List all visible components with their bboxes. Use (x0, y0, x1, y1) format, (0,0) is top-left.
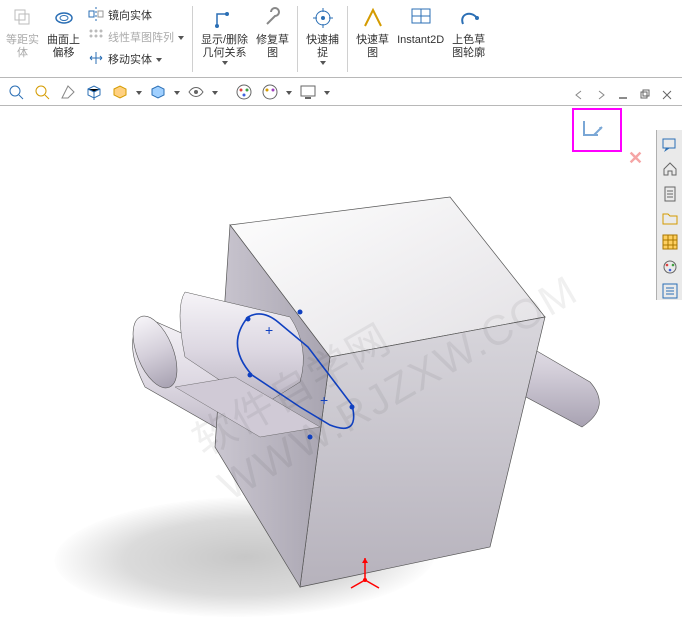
list-icon[interactable] (660, 282, 680, 300)
chevron-down-icon (320, 61, 326, 65)
show-hide-relations-button[interactable]: 显示/删除几何关系 (197, 2, 252, 76)
display-style-button[interactable] (108, 81, 132, 103)
mirror-entity-label: 镜向实体 (108, 7, 152, 23)
svg-text:+: + (320, 392, 328, 408)
feedback-icon[interactable] (660, 136, 680, 154)
surface-offset-button[interactable]: 曲面上偏移 (43, 2, 84, 76)
separator (192, 6, 193, 72)
appearance-icon[interactable] (660, 257, 680, 275)
chevron-down-icon[interactable] (286, 91, 292, 95)
edit-appearance-button[interactable] (258, 81, 282, 103)
repair-sketch-button[interactable]: 修复草图 (252, 2, 293, 76)
scene-button[interactable] (184, 81, 208, 103)
chevron-down-icon[interactable] (212, 91, 218, 95)
render-button[interactable] (296, 81, 320, 103)
ribbon-toolbar: 等距实体 曲面上偏移 镜向实体 线性草图阵列 移动实体 显示/删除几何关系 (0, 0, 682, 78)
section-view-button[interactable] (56, 81, 80, 103)
close-button[interactable] (660, 88, 674, 102)
instant2d-icon (407, 4, 435, 32)
chevron-down-icon[interactable] (324, 91, 330, 95)
move-entity-icon (88, 50, 104, 69)
appearance-button[interactable] (232, 81, 256, 103)
quick-snap-icon (309, 4, 337, 32)
chevron-down-icon[interactable] (174, 91, 180, 95)
move-entity-label: 移动实体 (108, 51, 152, 67)
entity-tools-group: 镜向实体 线性草图阵列 移动实体 (84, 2, 188, 76)
offset-entity-button[interactable]: 等距实体 (2, 2, 43, 76)
offset-entity-label: 等距实体 (6, 34, 39, 59)
sketch-contour-label: 上色草图轮廓 (452, 34, 485, 59)
graphics-viewport[interactable]: + + 软件自学网WWW.RJZXW.COM (0, 107, 652, 613)
linear-pattern-button[interactable]: 线性草图阵列 (88, 26, 184, 48)
svg-text:+: + (265, 322, 273, 338)
surface-offset-icon (50, 4, 78, 32)
sketch-contour-button[interactable]: 上色草图轮廓 (448, 2, 489, 76)
chevron-down-icon (178, 36, 184, 40)
chevron-down-icon (222, 61, 228, 65)
restore-button[interactable] (638, 88, 652, 102)
table-icon[interactable] (660, 233, 680, 251)
model-3d: + + (0, 107, 652, 613)
hide-show-button[interactable] (146, 81, 170, 103)
quick-sketch-icon (359, 4, 387, 32)
mirror-entity-icon (88, 6, 104, 25)
home-icon[interactable] (660, 160, 680, 178)
doc-icon[interactable] (660, 185, 680, 203)
chevron-down-icon[interactable] (136, 91, 142, 95)
quick-snap-label: 快速捕捉 (306, 34, 339, 59)
view-orientation-button[interactable] (82, 81, 106, 103)
show-hide-relations-icon (211, 4, 239, 32)
origin-triad (345, 552, 385, 592)
quick-sketch-label: 快速草图 (356, 34, 389, 59)
folder-icon[interactable] (660, 209, 680, 227)
repair-sketch-label: 修复草图 (256, 34, 289, 59)
exit-sketch-button[interactable]: ✕ (628, 148, 643, 169)
zoom-area-button[interactable] (30, 81, 54, 103)
window-controls (572, 88, 674, 102)
confirm-sketch-button[interactable] (580, 117, 610, 147)
quick-snap-button[interactable]: 快速捕捉 (302, 2, 343, 76)
repair-sketch-icon (259, 4, 287, 32)
mirror-entity-button[interactable]: 镜向实体 (88, 4, 184, 26)
task-pane (656, 130, 682, 300)
linear-pattern-label: 线性草图阵列 (108, 29, 174, 45)
separator (297, 6, 298, 72)
prev-tab-button[interactable] (572, 88, 586, 102)
sketch-contour-icon (455, 4, 483, 32)
quick-sketch-button[interactable]: 快速草图 (352, 2, 393, 76)
move-entity-button[interactable]: 移动实体 (88, 48, 184, 70)
separator (347, 6, 348, 72)
minimize-button[interactable] (616, 88, 630, 102)
next-tab-button[interactable] (594, 88, 608, 102)
instant2d-button[interactable]: Instant2D (393, 2, 448, 76)
surface-offset-label: 曲面上偏移 (47, 34, 80, 59)
linear-pattern-icon (88, 28, 104, 47)
offset-entity-icon (9, 4, 37, 32)
instant2d-label: Instant2D (397, 34, 444, 47)
chevron-down-icon (156, 58, 162, 62)
show-hide-relations-label: 显示/删除几何关系 (201, 34, 248, 59)
zoom-fit-button[interactable] (4, 81, 28, 103)
